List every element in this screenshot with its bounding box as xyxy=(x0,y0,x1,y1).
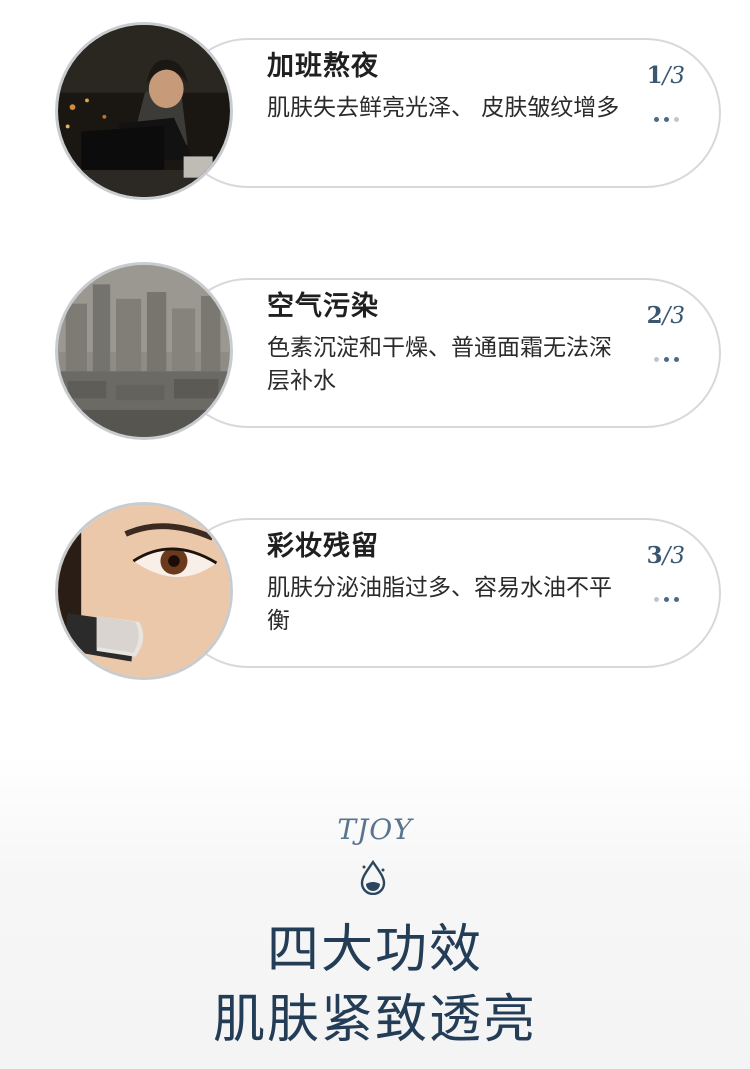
card-title: 空气污染 xyxy=(267,291,379,322)
pollution-photo xyxy=(55,262,233,440)
dot-active xyxy=(664,357,669,362)
card-counter: 1/3 xyxy=(647,62,685,89)
headline-line-2: 肌肤紧致透亮 xyxy=(212,990,537,1050)
card-description: 肌肤分泌油脂过多、容易水油不平衡 xyxy=(267,575,612,634)
water-drop-icon xyxy=(360,859,386,895)
headline-line-1: 四大功效 xyxy=(266,920,483,980)
late-night-photo xyxy=(55,22,233,200)
card-description: 色素沉淀和干燥、普通面霜无法深层补水 xyxy=(267,335,612,394)
problem-card-late-night[interactable]: 加班熬夜 肌肤失去鲜亮光泽、 皮肤皱纹增多 1/3 xyxy=(55,22,723,202)
card-index: 3 xyxy=(646,542,663,569)
late-night-image-icon xyxy=(58,25,230,197)
card-counter: 2/3 xyxy=(647,302,685,329)
problem-card-makeup[interactable]: 彩妆残留 肌肤分泌油脂过多、容易水油不平衡 3/3 xyxy=(55,502,723,682)
pagination-dots xyxy=(654,117,679,122)
dot-active xyxy=(674,597,679,602)
eye-makeup-image-icon xyxy=(58,505,230,677)
card-total: /3 xyxy=(662,543,685,569)
dot xyxy=(674,117,679,122)
makeup-photo xyxy=(55,502,233,680)
dot-active xyxy=(654,117,659,122)
card-index: 2 xyxy=(646,302,663,329)
card-title: 加班熬夜 xyxy=(267,51,379,82)
efficacy-section: TJOY 四大功效 肌肤紧致透亮 xyxy=(0,755,750,1069)
pagination-dots xyxy=(654,597,679,602)
dot xyxy=(674,357,679,362)
dot xyxy=(654,597,659,602)
card-total: /3 xyxy=(662,63,685,89)
pagination-dots xyxy=(654,357,679,362)
dot xyxy=(664,597,669,602)
problem-card-pollution[interactable]: 空气污染 色素沉淀和干燥、普通面霜无法深层补水 2/3 xyxy=(55,262,723,442)
dot xyxy=(664,117,669,122)
card-title: 彩妆残留 xyxy=(267,531,379,562)
dot xyxy=(654,357,659,362)
hazy-city-image-icon xyxy=(58,265,230,437)
card-description: 肌肤失去鲜亮光泽、 皮肤皱纹增多 xyxy=(267,95,620,121)
brand-name: TJOY xyxy=(337,813,413,846)
card-index: 1 xyxy=(646,62,663,89)
card-counter: 3/3 xyxy=(647,542,685,569)
card-total: /3 xyxy=(662,303,685,329)
